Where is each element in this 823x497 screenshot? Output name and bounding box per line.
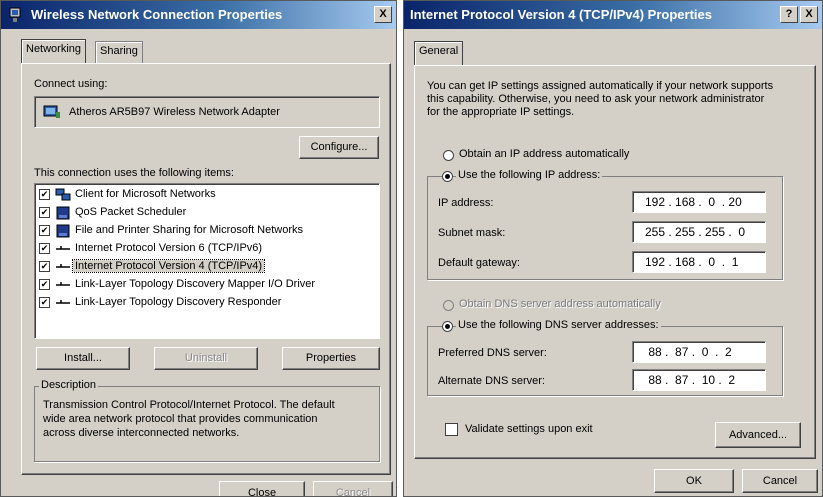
- tab-general[interactable]: General: [414, 41, 464, 65]
- list-item[interactable]: ✔ QoS Packet Scheduler: [39, 204, 374, 222]
- description-line: wide area network protocol that provides…: [43, 413, 318, 425]
- default-gateway-label: Default gateway:: [438, 257, 520, 269]
- connect-using-label: Connect using:: [34, 78, 108, 90]
- close-icon[interactable]: X: [800, 6, 818, 23]
- list-item[interactable]: ✔ File and Printer Sharing for Microsoft…: [39, 222, 374, 240]
- obtain-dns-auto-radio[interactable]: [443, 300, 454, 311]
- configure-button[interactable]: Configure...: [299, 136, 379, 159]
- close-button[interactable]: Close: [219, 481, 305, 496]
- use-following-ip-label: Use the following IP address:: [456, 169, 603, 181]
- checkbox[interactable]: ✔: [39, 261, 50, 272]
- obtain-dns-auto-label: Obtain DNS server address automatically: [459, 298, 661, 310]
- cancel-button[interactable]: Cancel: [313, 481, 393, 496]
- network-client-icon: [55, 188, 71, 201]
- title-bar[interactable]: Internet Protocol Version 4 (TCP/IPv4) P…: [404, 1, 822, 29]
- obtain-ip-auto-label: Obtain an IP address automatically: [459, 148, 630, 160]
- advanced-button[interactable]: Advanced...: [715, 422, 801, 448]
- alternate-dns-field[interactable]: 88 . 87 . 10 . 2: [632, 369, 766, 391]
- validate-checkbox[interactable]: [445, 423, 458, 436]
- items-list[interactable]: ✔ Client for Microsoft Networks ✔ QoS Pa…: [34, 183, 380, 339]
- adapter-box: Atheros AR5B97 Wireless Network Adapter: [34, 96, 380, 128]
- checkbox[interactable]: ✔: [39, 279, 50, 290]
- dialog-title: Wireless Network Connection Properties: [31, 7, 283, 22]
- use-following-ip-radio[interactable]: [442, 171, 453, 182]
- subnet-mask-label: Subnet mask:: [438, 227, 506, 239]
- intro-line: for the appropriate IP settings.: [427, 106, 575, 118]
- checkbox[interactable]: ✔: [39, 189, 50, 200]
- list-item[interactable]: ✔ Internet Protocol Version 4 (TCP/IPv4): [39, 258, 374, 276]
- use-following-dns-label: Use the following DNS server addresses:: [456, 319, 661, 331]
- checkbox[interactable]: ✔: [39, 225, 50, 236]
- intro-line: this capability. Otherwise, you need to …: [427, 93, 765, 105]
- list-item[interactable]: ✔ Link-Layer Topology Discovery Mapper I…: [39, 276, 374, 294]
- item-label: Client for Microsoft Networks: [75, 188, 216, 200]
- subnet-mask-field[interactable]: 255 . 255 . 255 . 0: [632, 221, 766, 243]
- network-adapter-icon: [43, 105, 60, 118]
- help-icon[interactable]: ?: [780, 6, 798, 23]
- network-connection-icon: [9, 7, 21, 22]
- item-label: Link-Layer Topology Discovery Mapper I/O…: [75, 278, 316, 290]
- use-following-dns-radio[interactable]: [442, 321, 453, 332]
- default-gateway-field[interactable]: 192 . 168 . 0 . 1: [632, 251, 766, 273]
- ip-address-field[interactable]: 192 . 168 . 0 . 20: [632, 191, 766, 213]
- service-icon: [56, 206, 70, 220]
- dialog-title: Internet Protocol Version 4 (TCP/IPv4) P…: [410, 7, 712, 22]
- service-icon: [56, 224, 70, 238]
- wireless-properties-dialog: Wireless Network Connection Properties X…: [0, 0, 397, 497]
- obtain-ip-auto-radio[interactable]: [443, 150, 454, 161]
- description-group: Description Transmission Control Protoco…: [34, 379, 380, 462]
- static-ip-group: Use the following IP address: IP address…: [427, 169, 783, 280]
- preferred-dns-label: Preferred DNS server:: [438, 347, 547, 359]
- checkbox[interactable]: ✔: [39, 207, 50, 218]
- general-panel: You can get IP settings assigned automat…: [414, 65, 816, 459]
- item-label: File and Printer Sharing for Microsoft N…: [75, 224, 304, 236]
- protocol-icon: [56, 282, 70, 286]
- alternate-dns-label: Alternate DNS server:: [438, 375, 545, 387]
- intro-line: You can get IP settings assigned automat…: [427, 80, 774, 92]
- ipv4-properties-dialog: Internet Protocol Version 4 (TCP/IPv4) P…: [403, 0, 823, 497]
- items-label: This connection uses the following items…: [34, 167, 234, 179]
- tab-networking[interactable]: Networking: [21, 39, 87, 63]
- ok-button[interactable]: OK: [654, 469, 734, 493]
- ip-address-label: IP address:: [438, 197, 494, 209]
- adapter-name: Atheros AR5B97 Wireless Network Adapter: [69, 106, 280, 118]
- description-line: Transmission Control Protocol/Internet P…: [43, 399, 335, 411]
- install-button[interactable]: Install...: [36, 347, 130, 370]
- protocol-icon: [56, 246, 70, 250]
- close-icon[interactable]: X: [374, 6, 392, 23]
- protocol-icon: [56, 300, 70, 304]
- list-item[interactable]: ✔ Internet Protocol Version 6 (TCP/IPv6): [39, 240, 374, 258]
- title-bar[interactable]: Wireless Network Connection Properties X: [1, 1, 396, 29]
- cancel-button[interactable]: Cancel: [742, 469, 818, 493]
- item-label: Internet Protocol Version 6 (TCP/IPv6): [75, 242, 263, 254]
- item-label: Link-Layer Topology Discovery Responder: [75, 296, 282, 308]
- networking-panel: Connect using: Atheros AR5B97 Wireless N…: [21, 63, 391, 475]
- checkbox[interactable]: ✔: [39, 243, 50, 254]
- description-title: Description: [39, 379, 99, 391]
- checkbox[interactable]: ✔: [39, 297, 50, 308]
- item-label: QoS Packet Scheduler: [75, 206, 187, 218]
- list-item[interactable]: ✔ Link-Layer Topology Discovery Responde…: [39, 294, 374, 312]
- list-item[interactable]: ✔ Client for Microsoft Networks: [39, 186, 374, 204]
- validate-label: Validate settings upon exit: [465, 423, 593, 435]
- tab-sharing[interactable]: Sharing: [95, 41, 143, 63]
- preferred-dns-field[interactable]: 88 . 87 . 0 . 2: [632, 341, 766, 363]
- static-dns-group: Use the following DNS server addresses: …: [427, 319, 783, 396]
- description-line: across diverse interconnected networks.: [43, 427, 240, 439]
- uninstall-button[interactable]: Uninstall: [154, 347, 258, 370]
- protocol-icon: [56, 264, 70, 268]
- properties-button[interactable]: Properties: [282, 347, 380, 370]
- item-label-selected: Internet Protocol Version 4 (TCP/IPv4): [71, 259, 266, 273]
